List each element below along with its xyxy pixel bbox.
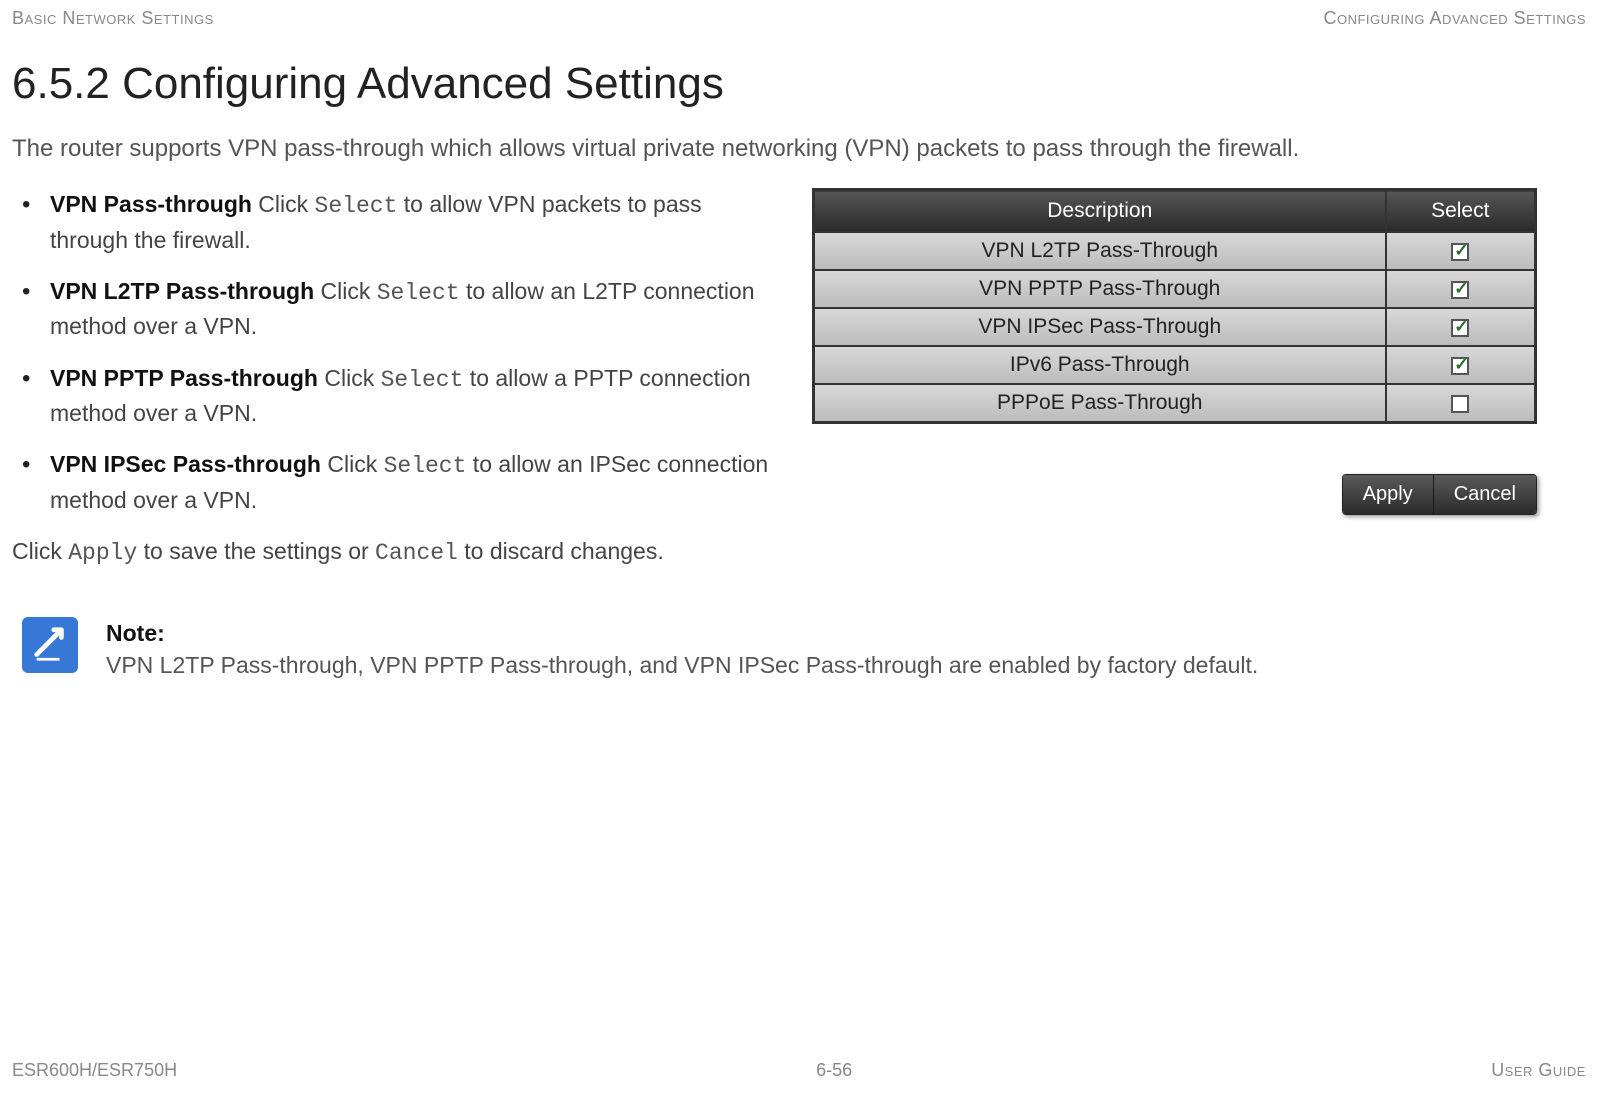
row-desc: VPN L2TP Pass-Through — [814, 232, 1386, 270]
note-label: Note: — [106, 617, 1258, 649]
footer-page-number: 6-56 — [816, 1060, 852, 1081]
mono-select: Select — [315, 193, 398, 219]
cancel-button[interactable]: Cancel — [1433, 475, 1536, 514]
bullet-list: VPN Pass-through Click Select to allow V… — [12, 188, 772, 517]
passthrough-table: Description Select VPN L2TP Pass-Through… — [812, 188, 1537, 424]
checkbox-icon[interactable] — [1451, 319, 1469, 337]
checkbox-icon[interactable] — [1451, 243, 1469, 261]
row-select — [1386, 384, 1536, 423]
mono-select: Select — [384, 453, 467, 479]
table-row: VPN L2TP Pass-Through — [814, 232, 1536, 270]
footer-guide: User Guide — [1491, 1060, 1586, 1081]
list-item: VPN Pass-through Click Select to allow V… — [22, 188, 772, 257]
header-right: Configuring Advanced Settings — [1323, 8, 1586, 29]
row-select — [1386, 346, 1536, 384]
button-row: Apply Cancel — [812, 474, 1537, 515]
mono-cancel: Cancel — [375, 540, 458, 566]
table-row: VPN PPTP Pass-Through — [814, 270, 1536, 308]
row-desc: VPN IPSec Pass-Through — [814, 308, 1386, 346]
term: VPN IPSec Pass-through — [50, 451, 321, 477]
term: VPN Pass-through — [50, 191, 252, 217]
page-footer: ESR600H/ESR750H 6-56 User Guide — [12, 1060, 1586, 1081]
checkbox-icon[interactable] — [1451, 395, 1469, 413]
checkbox-icon[interactable] — [1451, 357, 1469, 375]
row-desc: PPPoE Pass-Through — [814, 384, 1386, 423]
list-item: VPN L2TP Pass-through Click Select to al… — [22, 275, 772, 344]
term: VPN L2TP Pass-through — [50, 278, 314, 304]
row-select — [1386, 308, 1536, 346]
page-header: Basic Network Settings Configuring Advan… — [12, 8, 1586, 29]
table-row: IPv6 Pass-Through — [814, 346, 1536, 384]
note-body: VPN L2TP Pass-through, VPN PPTP Pass-thr… — [106, 649, 1258, 681]
right-column: Description Select VPN L2TP Pass-Through… — [812, 188, 1537, 515]
list-item: VPN IPSec Pass-through Click Select to a… — [22, 448, 772, 517]
col-description: Description — [814, 190, 1386, 233]
mono-apply: Apply — [68, 540, 137, 566]
apply-button[interactable]: Apply — [1343, 475, 1433, 514]
row-select — [1386, 270, 1536, 308]
left-column: VPN Pass-through Click Select to allow V… — [12, 188, 772, 569]
mono-select: Select — [377, 280, 460, 306]
note-text: Note: VPN L2TP Pass-through, VPN PPTP Pa… — [106, 617, 1258, 681]
note-icon — [22, 617, 78, 673]
checkbox-icon[interactable] — [1451, 281, 1469, 299]
footer-model: ESR600H/ESR750H — [12, 1060, 177, 1081]
note-block: Note: VPN L2TP Pass-through, VPN PPTP Pa… — [12, 617, 1586, 681]
list-item: VPN PPTP Pass-through Click Select to al… — [22, 362, 772, 431]
section-title: 6.5.2 Configuring Advanced Settings — [12, 59, 1586, 109]
intro-text: The router supports VPN pass-through whi… — [12, 133, 1586, 164]
row-desc: IPv6 Pass-Through — [814, 346, 1386, 384]
apply-cancel-text: Click Apply to save the settings or Canc… — [12, 535, 772, 569]
table-row: PPPoE Pass-Through — [814, 384, 1536, 423]
table-row: VPN IPSec Pass-Through — [814, 308, 1536, 346]
col-select: Select — [1386, 190, 1536, 233]
row-desc: VPN PPTP Pass-Through — [814, 270, 1386, 308]
header-left: Basic Network Settings — [12, 8, 214, 29]
row-select — [1386, 232, 1536, 270]
mono-select: Select — [381, 367, 464, 393]
button-group: Apply Cancel — [1342, 474, 1537, 515]
term: VPN PPTP Pass-through — [50, 365, 318, 391]
